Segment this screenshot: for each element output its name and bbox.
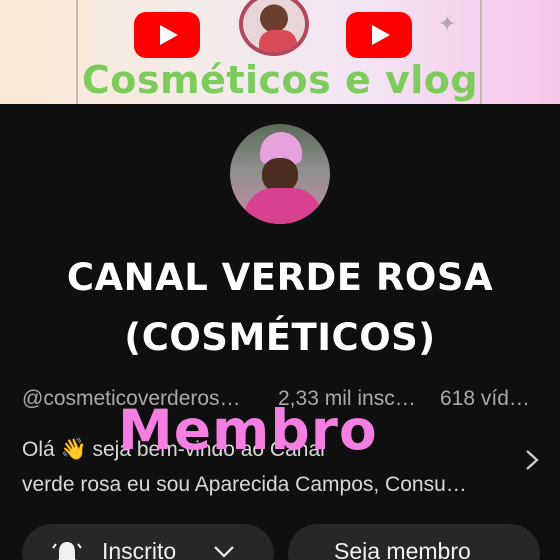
subscribed-button[interactable]: Inscrito (22, 524, 274, 560)
channel-name-line2: (COSMÉTICOS) (124, 316, 436, 359)
member-overlay-text: Membro (118, 398, 378, 462)
join-member-label: Seja membro (334, 538, 471, 560)
description-line: verde rosa eu sou Aparecida Campos, Cons… (22, 473, 467, 496)
chevron-right-icon[interactable] (522, 448, 542, 472)
channel-banner: ✦ Cosméticos e vlog (0, 0, 560, 104)
youtube-play-icon (134, 12, 200, 58)
channel-name: CANAL VERDE ROSA (COSMÉTICOS) (20, 248, 540, 368)
channel-name-line1: CANAL VERDE ROSA (66, 256, 494, 299)
youtube-play-icon (346, 12, 412, 58)
chevron-down-icon (214, 546, 234, 558)
subscribed-label: Inscrito (102, 538, 177, 560)
banner-avatar (239, 0, 309, 56)
video-count: 618 víd… (440, 387, 530, 410)
sparkle-icon: ✦ (438, 12, 457, 37)
banner-title: Cosméticos e vlog (81, 58, 479, 102)
bell-icon (52, 542, 82, 560)
join-member-button[interactable]: Seja membro (288, 524, 540, 560)
channel-avatar[interactable] (230, 124, 330, 224)
